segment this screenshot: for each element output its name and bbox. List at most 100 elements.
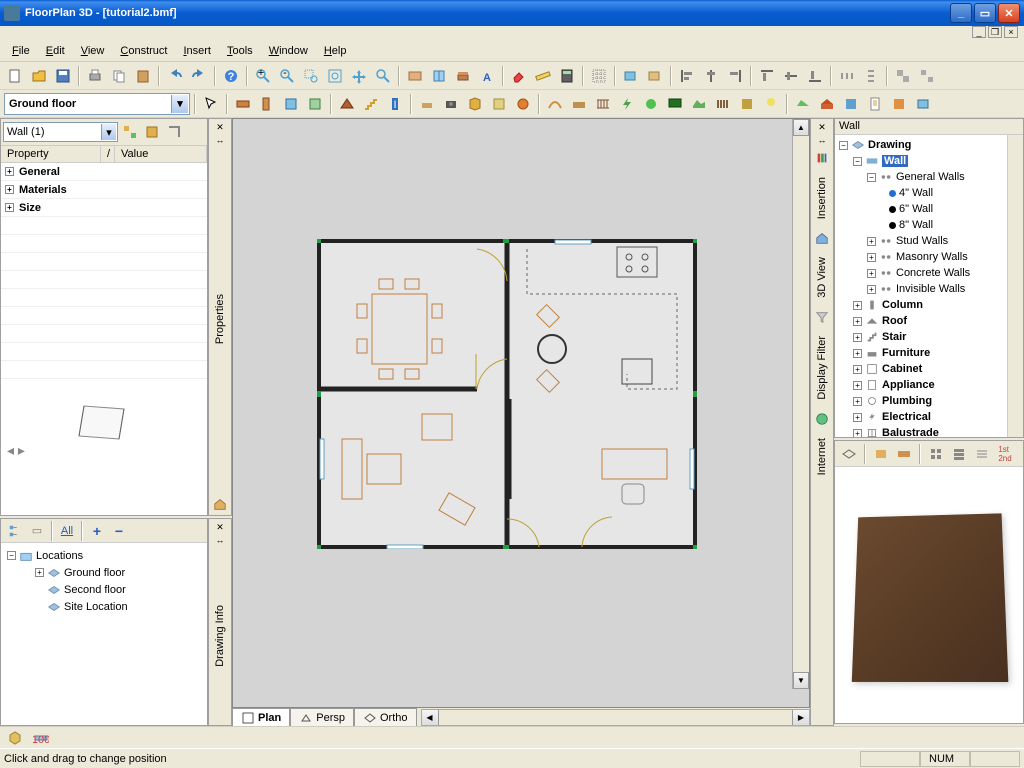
- menu-construct[interactable]: Construct: [112, 43, 175, 59]
- tree-roof[interactable]: +Roof: [837, 313, 1021, 329]
- tool-window-icon[interactable]: [428, 65, 450, 87]
- open-icon[interactable]: [28, 65, 50, 87]
- tab-ortho[interactable]: Ortho: [354, 708, 417, 726]
- camera-tool-icon[interactable]: [440, 93, 462, 115]
- tab-persp[interactable]: Persp: [290, 708, 354, 726]
- zoom-pan-icon[interactable]: [348, 65, 370, 87]
- mode2-icon[interactable]: [816, 93, 838, 115]
- tool-wall-icon[interactable]: [404, 65, 426, 87]
- tree-wall[interactable]: −Wall: [837, 153, 1021, 169]
- side-tab-properties[interactable]: Properties: [214, 294, 226, 344]
- menu-view[interactable]: View: [73, 43, 113, 59]
- align-left-icon[interactable]: [676, 65, 698, 87]
- object-selector[interactable]: Wall (1) ▾: [3, 122, 118, 142]
- preview-btn6-icon[interactable]: [972, 444, 992, 464]
- side-house-icon[interactable]: [812, 228, 832, 248]
- mode3-icon[interactable]: [840, 93, 862, 115]
- tree-general-walls[interactable]: −General Walls: [837, 169, 1021, 185]
- new-icon[interactable]: [4, 65, 26, 87]
- path-tool-icon[interactable]: [544, 93, 566, 115]
- plumbing-tool-icon[interactable]: [512, 93, 534, 115]
- side-tab-drawing-info[interactable]: Drawing Info: [214, 605, 226, 667]
- select-icon[interactable]: [200, 93, 222, 115]
- panel-collapse-icon[interactable]: ↔: [216, 135, 225, 145]
- roof-tool-icon[interactable]: [336, 93, 358, 115]
- tab-plan[interactable]: Plan: [232, 708, 290, 726]
- side-tab-internet[interactable]: Internet: [816, 438, 828, 475]
- material-tool-icon[interactable]: [736, 93, 758, 115]
- tool-text-icon[interactable]: A: [476, 65, 498, 87]
- distribute-v-icon[interactable]: [860, 65, 882, 87]
- floorplan-canvas[interactable]: ▲ ▼: [232, 118, 810, 708]
- locations-root[interactable]: −Locations: [7, 547, 201, 564]
- close-button[interactable]: ✕: [998, 3, 1020, 23]
- tree-8wall[interactable]: 8" Wall: [837, 217, 1021, 233]
- zoom-extents-icon[interactable]: [324, 65, 346, 87]
- light-tool-icon[interactable]: [760, 93, 782, 115]
- terrain-tool-icon[interactable]: [568, 93, 590, 115]
- furniture-tool-icon[interactable]: [416, 93, 438, 115]
- tree-masonry[interactable]: +Masonry Walls: [837, 249, 1021, 265]
- tree-appliance[interactable]: +Appliance: [837, 377, 1021, 393]
- preview-btn7-icon[interactable]: 1st2nd: [995, 444, 1015, 464]
- location-ground[interactable]: +Ground floor: [35, 564, 201, 581]
- tool-layer2-icon[interactable]: [644, 65, 666, 87]
- mode6-icon[interactable]: [912, 93, 934, 115]
- loc-add-button[interactable]: +: [87, 521, 107, 541]
- cabinet-tool-icon[interactable]: [464, 93, 486, 115]
- menu-help[interactable]: Help: [316, 43, 355, 59]
- site-tool-icon[interactable]: [688, 93, 710, 115]
- tree-cabinet[interactable]: +Cabinet: [837, 361, 1021, 377]
- scroll-up-icon[interactable]: ▲: [793, 119, 809, 136]
- canvas-hscroll[interactable]: ◀ ▶: [421, 709, 811, 726]
- tree-electrical[interactable]: +Electrical: [837, 409, 1021, 425]
- loc-remove-button[interactable]: −: [109, 521, 129, 541]
- tool-erase-icon[interactable]: [508, 65, 530, 87]
- align-bottom-icon[interactable]: [804, 65, 826, 87]
- prop-btn1-icon[interactable]: [120, 122, 140, 142]
- panel-close-icon[interactable]: ✕: [214, 121, 226, 133]
- paste-icon[interactable]: [132, 65, 154, 87]
- mdi-minimize[interactable]: _: [972, 26, 986, 38]
- panel-collapse-icon[interactable]: ↔: [818, 135, 827, 145]
- tree-drawing[interactable]: −Drawing: [837, 137, 1021, 153]
- preview-btn3-icon[interactable]: [894, 444, 914, 464]
- minimize-button[interactable]: _: [950, 3, 972, 23]
- zoom-previous-icon[interactable]: [372, 65, 394, 87]
- tree-6wall[interactable]: 6" Wall: [837, 201, 1021, 217]
- opening-tool-icon[interactable]: [304, 93, 326, 115]
- location-site[interactable]: Site Location: [35, 598, 201, 615]
- door-tool-icon[interactable]: [256, 93, 278, 115]
- prop-row-materials[interactable]: +Materials: [1, 181, 207, 199]
- prop-btn2-icon[interactable]: [142, 122, 162, 142]
- align-right-icon[interactable]: [724, 65, 746, 87]
- side-globe-icon[interactable]: [812, 409, 832, 429]
- tool-calc-icon[interactable]: [556, 65, 578, 87]
- tool-layer1-icon[interactable]: [620, 65, 642, 87]
- window-tool-icon[interactable]: [280, 93, 302, 115]
- panel-close-icon[interactable]: ✕: [816, 121, 828, 133]
- tree-balustrade[interactable]: +Balustrade: [837, 425, 1021, 437]
- tree-concrete[interactable]: +Concrete Walls: [837, 265, 1021, 281]
- menu-window[interactable]: Window: [261, 43, 316, 59]
- scroll-down-icon[interactable]: ▼: [793, 672, 809, 689]
- mode4-icon[interactable]: [864, 93, 886, 115]
- preview-btn2-icon[interactable]: [871, 444, 891, 464]
- preview-btn1-icon[interactable]: [839, 444, 859, 464]
- panel-collapse-icon[interactable]: ↔: [216, 535, 225, 545]
- preview-btn5-icon[interactable]: [949, 444, 969, 464]
- preview-btn4-icon[interactable]: [926, 444, 946, 464]
- redo-icon[interactable]: [188, 65, 210, 87]
- menu-insert[interactable]: Insert: [175, 43, 219, 59]
- side-books-icon[interactable]: [812, 148, 832, 168]
- menu-file[interactable]: File: [4, 43, 38, 59]
- column-tool-icon[interactable]: I: [384, 93, 406, 115]
- align-top-icon[interactable]: [756, 65, 778, 87]
- menu-tools[interactable]: Tools: [219, 43, 261, 59]
- electrical-tool-icon[interactable]: [616, 93, 638, 115]
- scroll-left-icon[interactable]: ◀: [422, 710, 439, 725]
- tree-column[interactable]: +Column: [837, 297, 1021, 313]
- side-tab-display-filter[interactable]: Display Filter: [816, 336, 828, 400]
- loc-all-button[interactable]: All: [57, 521, 77, 541]
- distribute-h-icon[interactable]: [836, 65, 858, 87]
